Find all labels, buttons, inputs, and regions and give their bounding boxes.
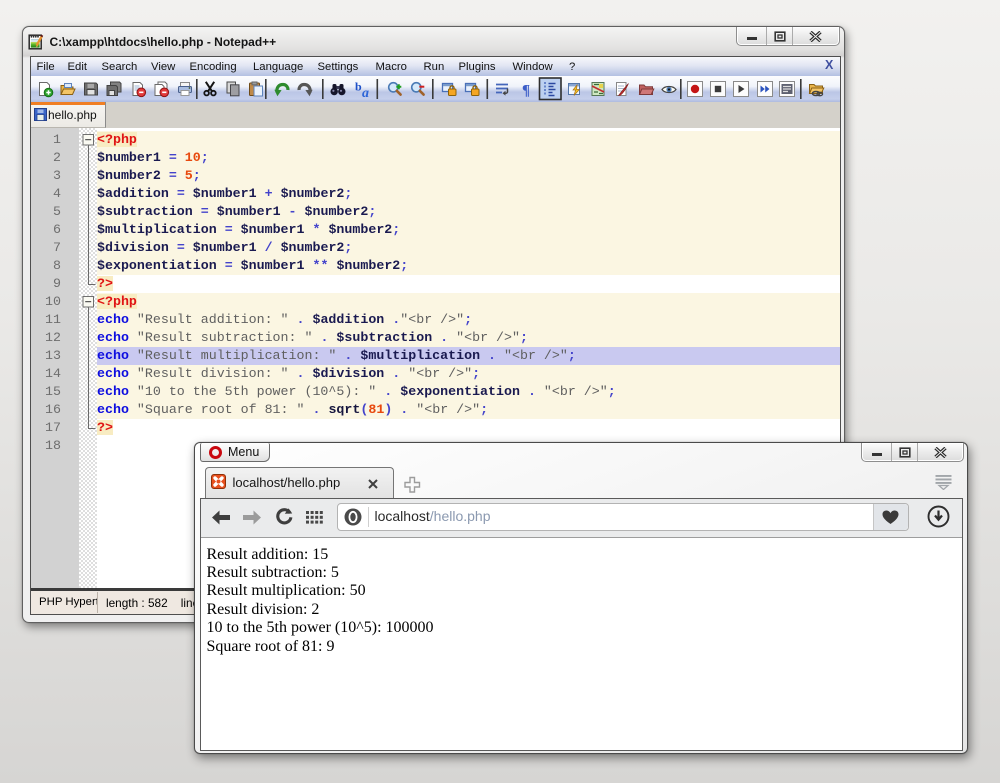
svg-text:¶: ¶ — [522, 83, 530, 99]
svg-text:a: a — [362, 86, 369, 101]
svg-text:b: b — [355, 80, 362, 94]
